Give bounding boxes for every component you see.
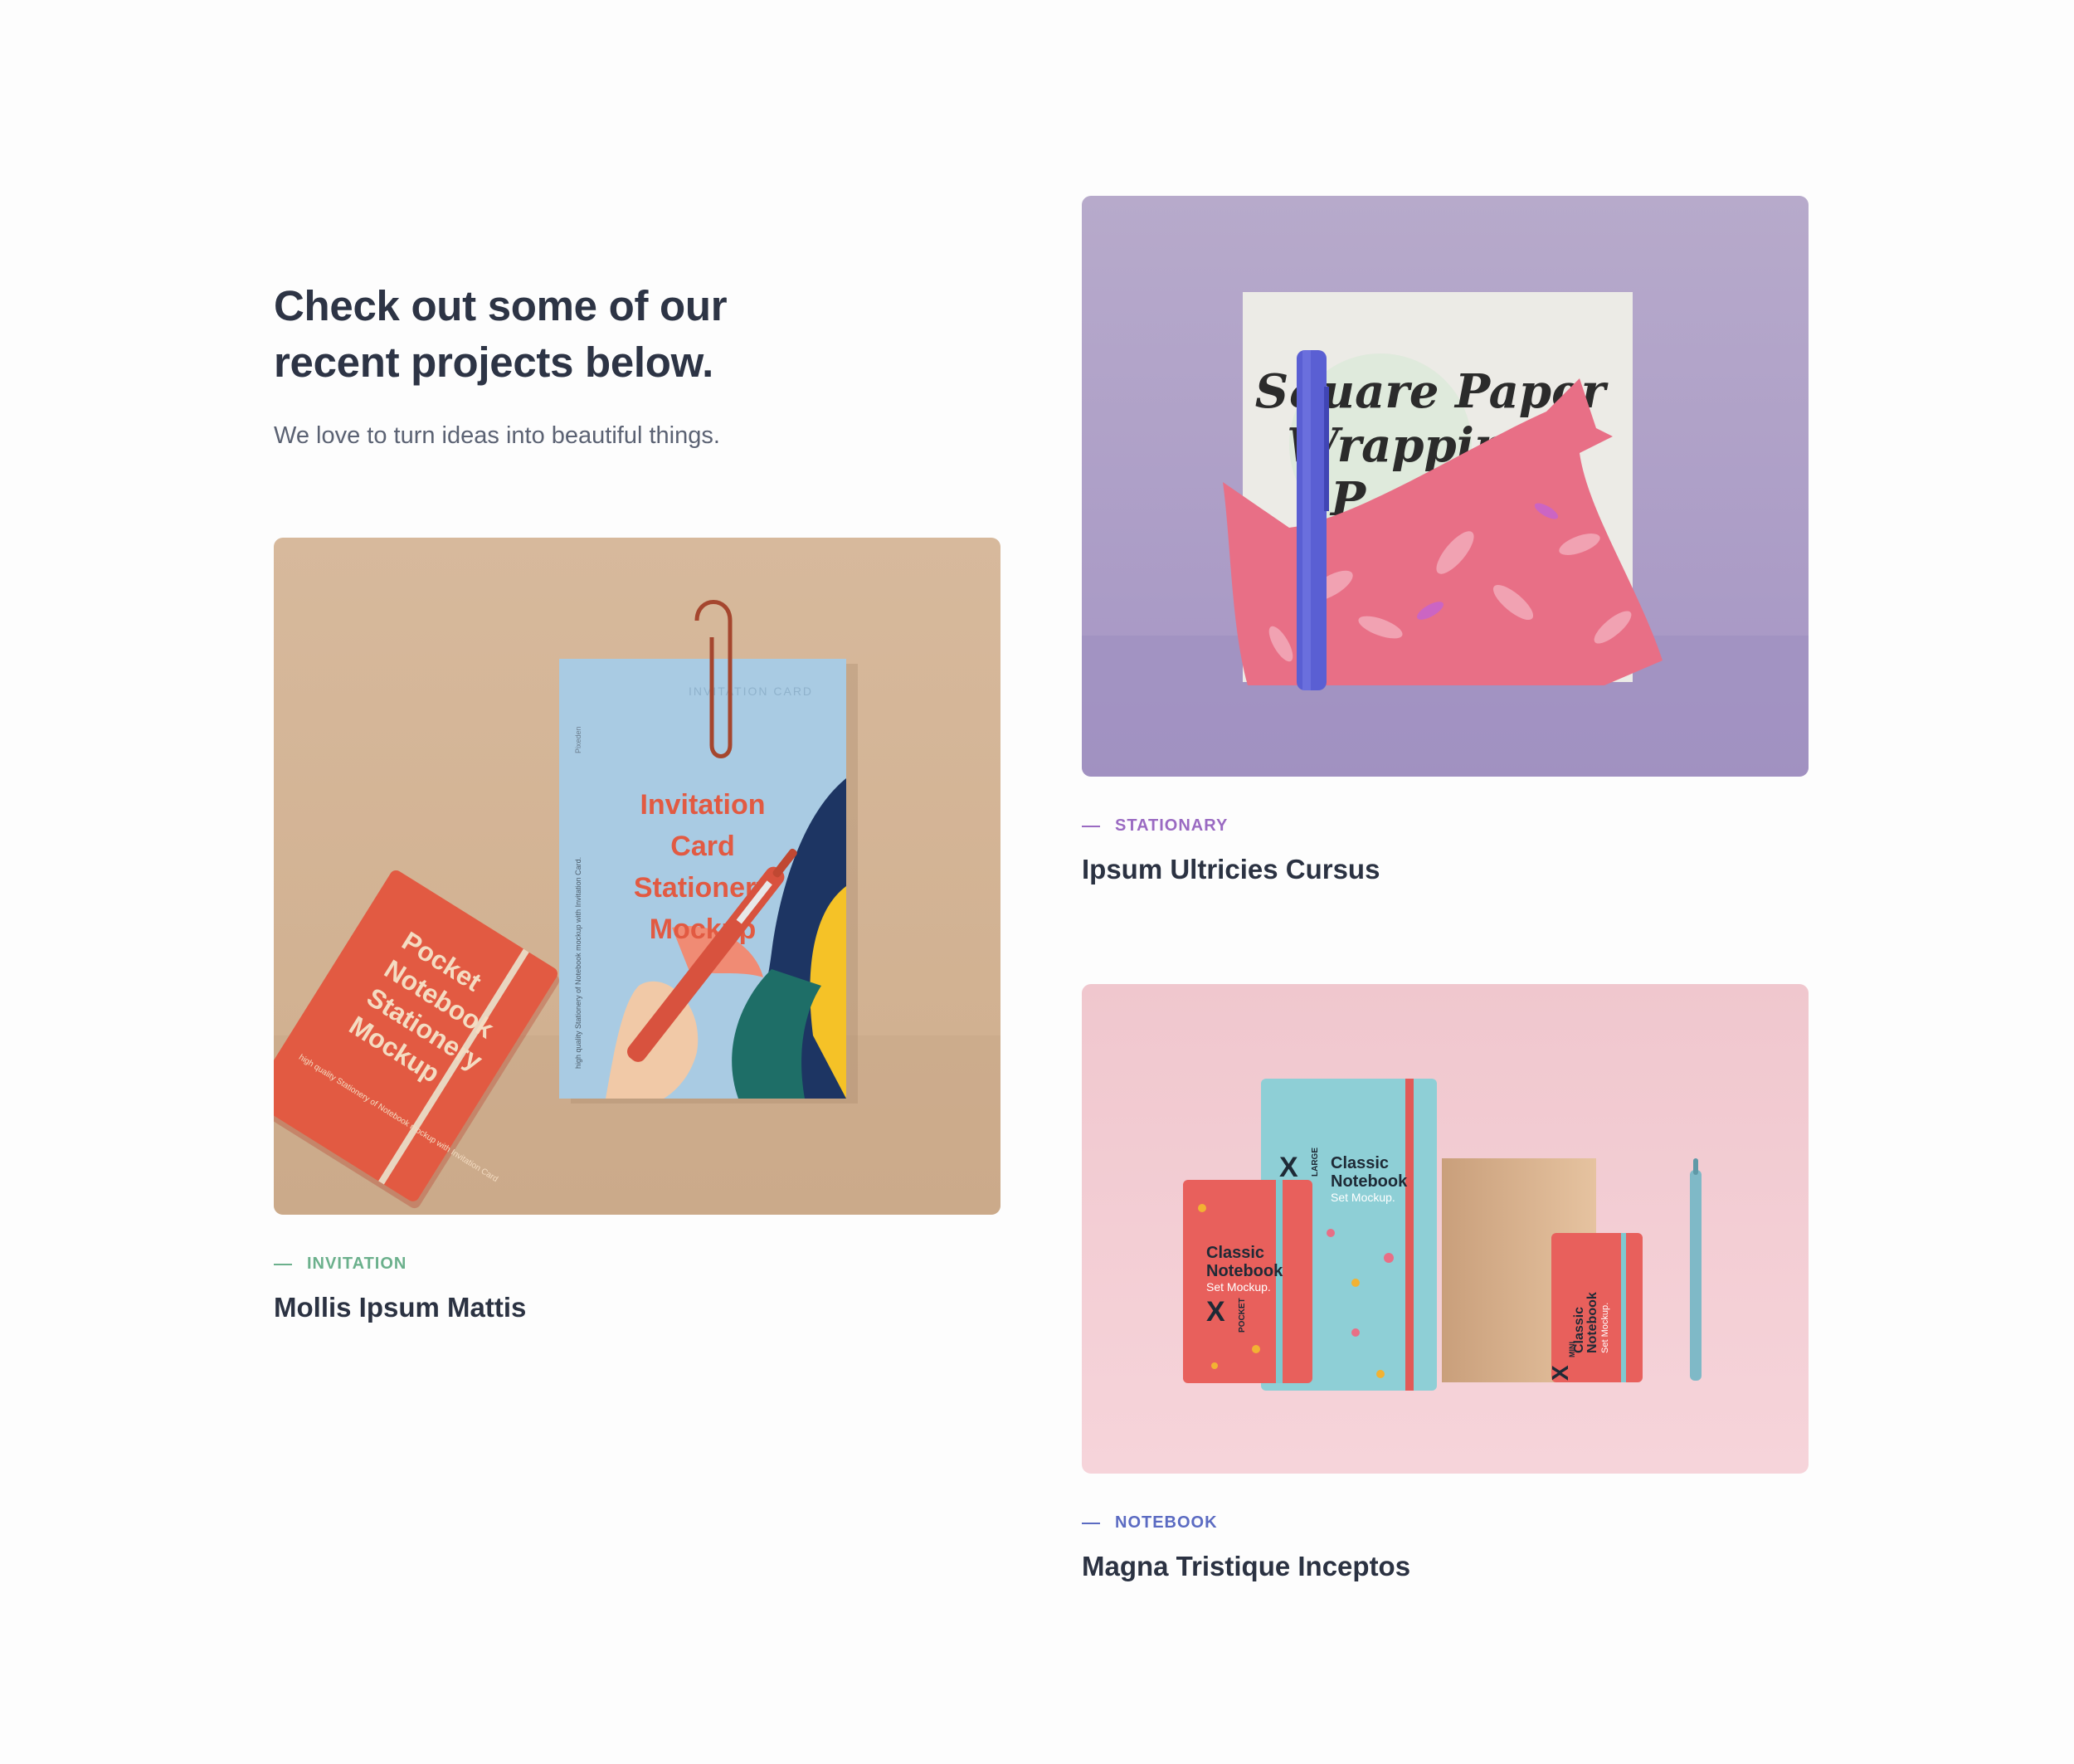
large-notebook-line-1: Classic xyxy=(1331,1154,1389,1172)
project-title-stationary[interactable]: Ipsum Ultricies Cursus xyxy=(1082,854,1809,885)
large-notebook-x: X xyxy=(1279,1152,1298,1183)
pocket-notebook-size: POCKET xyxy=(1238,1298,1247,1333)
page-headline: Check out some of our recent projects be… xyxy=(274,278,854,391)
category-dash xyxy=(1082,1522,1100,1524)
card-side-text: high quality Stationery of Notebook mock… xyxy=(574,857,582,1069)
wrapping-paper-mockup-image: Square Paper Wrapping P xyxy=(1082,196,1809,777)
project-card-stationary[interactable]: Square Paper Wrapping P STATIONARY Ipsum… xyxy=(1082,196,1809,885)
category-label: STATIONARY xyxy=(1115,816,1229,835)
category-label: NOTEBOOK xyxy=(1115,1513,1218,1532)
card-brand: Pixeden xyxy=(574,726,582,753)
project-meta-invitation: INVITATION Mollis Ipsum Mattis xyxy=(274,1255,1000,1323)
project-title-invitation[interactable]: Mollis Ipsum Mattis xyxy=(274,1292,1000,1323)
project-card-invitation[interactable]: Pocket Notebook Stationery Mockup high q… xyxy=(274,538,1000,1323)
project-image-invitation[interactable]: Pocket Notebook Stationery Mockup high q… xyxy=(274,538,1000,1215)
category-dash xyxy=(1082,825,1100,827)
page-subheading: We love to turn ideas into beautiful thi… xyxy=(274,422,720,449)
mini-notebook-line-2: Notebook xyxy=(1585,1292,1599,1353)
project-meta-stationary: STATIONARY Ipsum Ultricies Cursus xyxy=(1082,816,1809,885)
category-dash xyxy=(274,1263,292,1265)
project-meta-notebook: NOTEBOOK Magna Tristique Inceptos xyxy=(1082,1513,1809,1582)
pocket-notebook-line-3: Set Mockup. xyxy=(1206,1280,1271,1294)
intro-section: Check out some of our recent projects be… xyxy=(274,278,854,450)
pocket-notebook-line-2: Notebook xyxy=(1206,1262,1283,1280)
invitation-mockup-image: Pocket Notebook Stationery Mockup high q… xyxy=(274,538,1000,1215)
project-category-stationary[interactable]: STATIONARY xyxy=(1082,816,1809,836)
large-notebook-line-2: Notebook xyxy=(1331,1172,1408,1191)
project-title-notebook[interactable]: Magna Tristique Inceptos xyxy=(1082,1551,1809,1582)
card-line-1: Invitation xyxy=(640,789,765,821)
headline-line-2: recent projects below. xyxy=(274,339,713,386)
mini-notebook-line-3: Set Mockup. xyxy=(1600,1303,1610,1353)
mini-notebook-size: MINI xyxy=(1568,1342,1576,1357)
large-notebook-line-3: Set Mockup. xyxy=(1331,1191,1395,1204)
mini-notebook-x: X xyxy=(1547,1365,1573,1381)
pocket-notebook-line-1: Classic xyxy=(1206,1244,1264,1262)
card-line-2: Card xyxy=(670,831,734,862)
project-image-stationary[interactable]: Square Paper Wrapping P xyxy=(1082,196,1809,777)
card-header: INVITATION CARD xyxy=(689,685,813,698)
project-image-notebook[interactable]: X LARGE Classic Notebook Set Mockup. Cla… xyxy=(1082,984,1809,1474)
category-label: INVITATION xyxy=(307,1255,407,1273)
headline-line-1: Check out some of our xyxy=(274,282,728,329)
project-card-notebook[interactable]: X LARGE Classic Notebook Set Mockup. Cla… xyxy=(1082,984,1809,1582)
large-notebook-size: LARGE xyxy=(1311,1148,1320,1177)
project-category-notebook[interactable]: NOTEBOOK xyxy=(1082,1513,1809,1533)
pocket-notebook-x: X xyxy=(1206,1296,1225,1328)
project-category-invitation[interactable]: INVITATION xyxy=(274,1255,1000,1274)
notebook-set-mockup-image: X LARGE Classic Notebook Set Mockup. Cla… xyxy=(1082,984,1809,1474)
